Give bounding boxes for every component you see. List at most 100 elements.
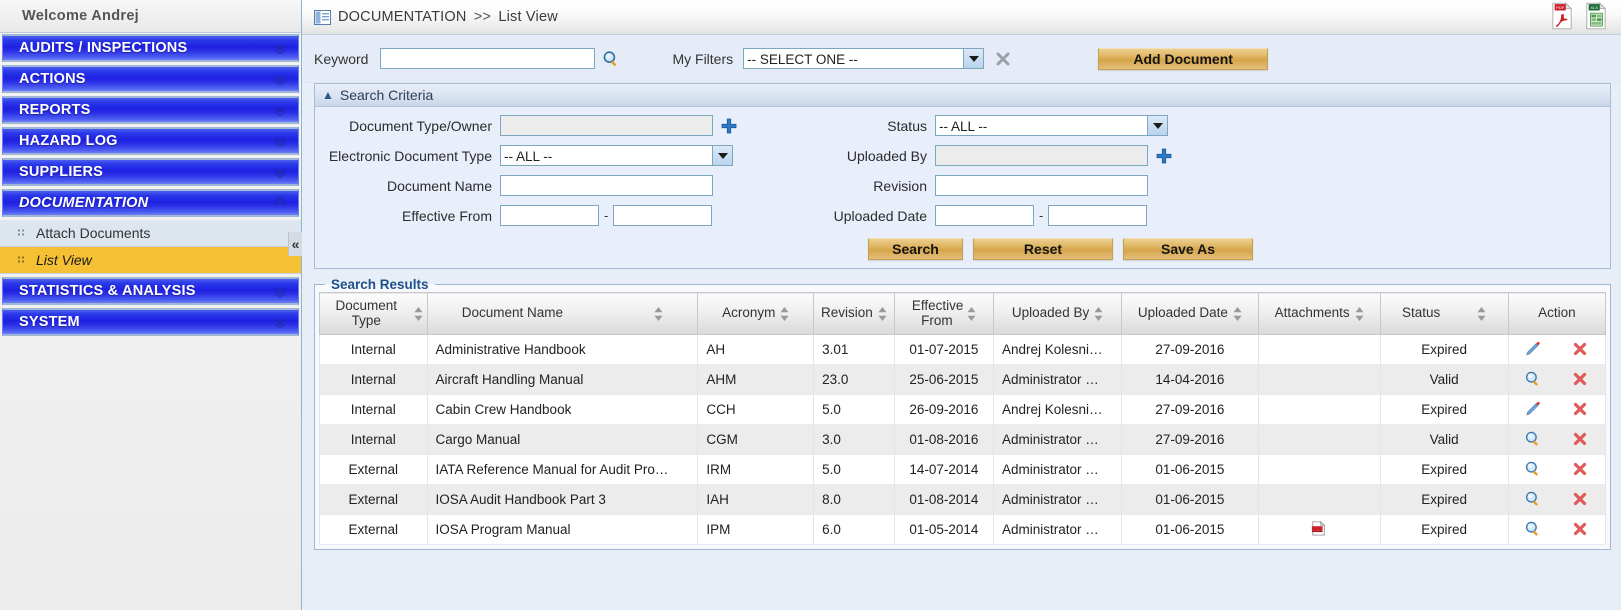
view-icon[interactable] <box>1510 370 1557 390</box>
sort-icon[interactable] <box>1477 306 1486 321</box>
table-row[interactable]: Internal Cargo Manual CGM 3.0 01-08-2016 Admi… <box>319 424 1607 455</box>
sidebar-item-attach-documents[interactable]: Attach Documents <box>0 220 301 247</box>
sort-icon[interactable] <box>967 306 976 321</box>
uploaded-by-input[interactable] <box>935 145 1148 166</box>
column-header-uploaded-date[interactable]: Uploaded Date <box>1121 292 1259 335</box>
cell-uploaded-by: Administrator … <box>992 364 1123 395</box>
cell-action <box>1507 424 1607 455</box>
delete-icon[interactable] <box>1557 460 1604 480</box>
column-header-revision[interactable]: Revision <box>813 292 895 335</box>
document-type-owner-input[interactable] <box>500 115 713 136</box>
table-row[interactable]: Internal Aircraft Handling Manual AHM 23.0 2… <box>319 364 1607 395</box>
uploaded-date-start-input[interactable] <box>935 205 1034 226</box>
table-row[interactable]: External IOSA Program Manual IPM 6.0 01-05-2… <box>319 514 1607 545</box>
status-select[interactable]: -- ALL -- <box>935 115 1168 136</box>
search-criteria-header[interactable]: ▲ Search Criteria <box>315 84 1610 107</box>
delete-icon[interactable] <box>1557 370 1604 390</box>
electronic-document-type-select[interactable]: -- ALL -- <box>500 145 733 166</box>
sort-icon[interactable] <box>414 306 423 321</box>
table-row[interactable]: Internal Administrative Handbook AH 3.01 01-… <box>319 334 1607 365</box>
status-badge: Expired <box>1379 394 1509 425</box>
add-icon[interactable] <box>1156 148 1172 164</box>
breadcrumb-leaf: List View <box>498 9 558 25</box>
table-row[interactable]: External IOSA Audit Handbook Part 3 IAH 8.0… <box>319 484 1607 515</box>
sort-icon[interactable] <box>780 306 789 321</box>
sidebar-item-statistics-analysis[interactable]: STATISTICS & ANALYSIS <box>2 277 299 305</box>
sidebar-item-actions[interactable]: ACTIONS <box>2 65 299 93</box>
chevron-down-icon[interactable] <box>1148 115 1168 136</box>
chevron-down-icon[interactable] <box>964 48 985 69</box>
search-results-table: Document Type Document Name Acronym Revi… <box>319 292 1607 545</box>
cell-acronym: IPM <box>697 514 815 545</box>
sidebar-item-suppliers[interactable]: SUPPLIERS <box>2 158 299 186</box>
pdf-attachment-icon[interactable] <box>1309 520 1329 540</box>
revision-input[interactable] <box>935 175 1148 196</box>
field-document-type-owner: Document Type/Owner <box>315 115 737 136</box>
keyword-input[interactable] <box>380 48 596 69</box>
column-header-effective-from[interactable]: Effective From <box>893 292 994 335</box>
sort-icon[interactable] <box>654 306 663 321</box>
view-icon[interactable] <box>1510 490 1557 510</box>
sort-icon[interactable] <box>1355 306 1364 321</box>
reset-button[interactable]: Reset <box>973 238 1113 260</box>
status-badge: Valid <box>1379 424 1509 455</box>
add-icon[interactable] <box>721 118 737 134</box>
save-as-button[interactable]: Save As <box>1123 238 1253 260</box>
search-results-section: Search Results Document Type Document Na… <box>314 277 1611 550</box>
delete-icon[interactable] <box>1557 430 1604 450</box>
criteria-column-right: Status -- ALL -- Uploaded By Revision Up… <box>825 115 1172 226</box>
effective-from-start-input[interactable] <box>500 205 599 226</box>
column-header-acronym[interactable]: Acronym <box>697 292 815 335</box>
clear-filter-icon[interactable] <box>994 50 1012 68</box>
view-icon[interactable] <box>1510 460 1557 480</box>
search-button[interactable]: Search <box>868 238 963 260</box>
delete-icon[interactable] <box>1557 340 1604 360</box>
delete-icon[interactable] <box>1557 520 1604 540</box>
menu-group-reports: REPORTS <box>0 96 301 124</box>
column-header-uploaded-by[interactable]: Uploaded By <box>992 292 1123 335</box>
sidebar-item-label: STATISTICS & ANALYSIS <box>19 283 196 299</box>
edit-icon[interactable] <box>1510 340 1557 360</box>
sidebar-item-reports[interactable]: REPORTS <box>2 96 299 124</box>
sidebar-item-list-view[interactable]: List View <box>0 247 301 274</box>
my-filters-select[interactable]: -- SELECT ONE -- <box>743 48 985 69</box>
sort-icon[interactable] <box>878 306 887 321</box>
sort-icon[interactable] <box>1094 306 1103 321</box>
export-excel-icon[interactable]: XLS <box>1585 1 1607 33</box>
sidebar-collapse-button[interactable]: « <box>288 232 302 256</box>
add-document-button[interactable]: Add Document <box>1098 47 1269 70</box>
uploaded-date-end-input[interactable] <box>1048 205 1148 226</box>
column-header-document-type[interactable]: Document Type <box>319 292 428 335</box>
effective-from-end-input[interactable] <box>613 205 713 226</box>
table-row[interactable]: Internal Cabin Crew Handbook CCH 5.0 26-09-2… <box>319 394 1607 425</box>
view-icon[interactable] <box>1510 430 1557 450</box>
sidebar-item-hazard-log[interactable]: HAZARD LOG <box>2 127 299 155</box>
cell-effective-from: 26-09-2016 <box>893 394 994 425</box>
delete-icon[interactable] <box>1557 490 1604 510</box>
column-header-attachments[interactable]: Attachments <box>1257 292 1381 335</box>
field-uploaded-by: Uploaded By <box>825 145 1172 166</box>
delete-icon[interactable] <box>1557 400 1604 420</box>
sidebar-item-audits-inspections[interactable]: AUDITS / INSPECTIONS <box>2 34 299 62</box>
menu-group-suppliers: SUPPLIERS <box>0 158 301 186</box>
chevron-down-icon[interactable] <box>713 145 733 166</box>
column-label: Effective From <box>911 297 964 328</box>
sort-icon[interactable] <box>1233 306 1242 321</box>
cell-document-name: IOSA Program Manual <box>426 514 699 545</box>
table-row[interactable]: External IATA Reference Manual for Audit … <box>319 454 1607 485</box>
column-header-status[interactable]: Status <box>1379 292 1509 335</box>
breadcrumb-root[interactable]: DOCUMENTATION <box>338 9 467 25</box>
sidebar: Welcome Andrej AUDITS / INSPECTIONS ACTI… <box>0 0 302 610</box>
edit-icon[interactable] <box>1510 400 1557 420</box>
view-icon[interactable] <box>1510 520 1557 540</box>
range-separator: - <box>604 208 609 223</box>
document-name-input[interactable] <box>500 175 713 196</box>
export-pdf-icon[interactable]: PDF <box>1551 1 1573 33</box>
sidebar-item-documentation[interactable]: DOCUMENTATION <box>2 189 299 217</box>
search-icon[interactable] <box>602 50 620 68</box>
sidebar-item-system[interactable]: SYSTEM <box>2 308 299 336</box>
status-badge: Expired <box>1379 484 1509 515</box>
column-header-document-name[interactable]: Document Name <box>426 292 699 335</box>
welcome-message: Welcome Andrej <box>0 0 301 33</box>
cell-action <box>1507 514 1607 545</box>
